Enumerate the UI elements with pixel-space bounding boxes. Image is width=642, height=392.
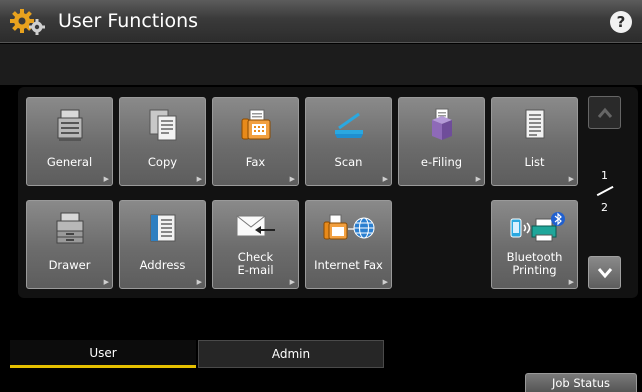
- bluetooth-printing-label: Bluetooth Printing: [506, 250, 563, 277]
- corner-arrow-icon: ▶: [568, 278, 574, 286]
- address-book-icon: [120, 211, 205, 247]
- corner-arrow-icon: ▶: [475, 175, 481, 183]
- address-label: Address: [139, 258, 186, 272]
- copy-button[interactable]: Copy ▶: [119, 97, 206, 186]
- internet-fax-icon: [306, 211, 391, 247]
- copy-document-icon: [120, 108, 205, 144]
- page-down-button[interactable]: [588, 256, 621, 289]
- bluetooth-printing-button[interactable]: Bluetooth Printing ▶: [491, 200, 578, 289]
- corner-arrow-icon: ▶: [196, 278, 202, 286]
- fax-machine-icon: [213, 108, 298, 144]
- check-email-button[interactable]: Check E-mail ▶: [212, 200, 299, 289]
- list-label: List: [524, 155, 545, 169]
- fax-label: Fax: [245, 155, 266, 169]
- efiling-label: e-Filing: [420, 155, 463, 169]
- printer-drawer-icon: [27, 211, 112, 247]
- corner-arrow-icon: ▶: [103, 175, 109, 183]
- drawer-button[interactable]: Drawer ▶: [26, 200, 113, 289]
- job-status-button[interactable]: Job Status: [525, 373, 637, 392]
- copy-label: Copy: [147, 155, 178, 169]
- drawer-label: Drawer: [48, 258, 91, 272]
- address-button[interactable]: Address ▶: [119, 200, 206, 289]
- message-bar: [0, 44, 642, 85]
- user-functions-screen: User Functions ? General ▶ Copy ▶ Fax ▶ …: [0, 0, 642, 392]
- internet-fax-label: Internet Fax: [314, 258, 383, 272]
- title-bar: User Functions ?: [0, 0, 642, 43]
- scanner-icon: [306, 108, 391, 144]
- scan-button[interactable]: Scan ▶: [305, 97, 392, 186]
- list-document-icon: [492, 108, 577, 144]
- page-up-button[interactable]: [588, 96, 621, 129]
- page-title: User Functions: [58, 10, 199, 32]
- filing-box-icon: [399, 108, 484, 144]
- total-pages: 2: [601, 201, 608, 214]
- fax-button[interactable]: Fax ▶: [212, 97, 299, 186]
- help-button[interactable]: ?: [610, 11, 632, 33]
- bluetooth-printing-icon: [492, 211, 577, 247]
- chevron-down-icon: [597, 268, 613, 279]
- tab-bar: User Admin: [0, 340, 642, 370]
- corner-arrow-icon: ▶: [196, 175, 202, 183]
- corner-arrow-icon: ▶: [289, 278, 295, 286]
- corner-arrow-icon: ▶: [103, 278, 109, 286]
- current-page: 1: [601, 169, 608, 182]
- page-indicator: 1 2: [588, 169, 621, 215]
- general-label: General: [46, 155, 93, 169]
- tab-user[interactable]: User: [10, 340, 196, 368]
- scan-label: Scan: [334, 155, 363, 169]
- envelope-icon: [213, 211, 298, 247]
- check-email-label: Check E-mail: [237, 250, 274, 277]
- function-panel: General ▶ Copy ▶ Fax ▶ Scan ▶ e-Filing ▶…: [18, 87, 638, 298]
- corner-arrow-icon: ▶: [568, 175, 574, 183]
- printer-gear-icon: [27, 108, 112, 144]
- gears-icon: [9, 8, 47, 36]
- internet-fax-button[interactable]: Internet Fax ▶: [305, 200, 392, 289]
- list-button[interactable]: List ▶: [491, 97, 578, 186]
- general-button[interactable]: General ▶: [26, 97, 113, 186]
- corner-arrow-icon: ▶: [289, 175, 295, 183]
- page-separator: [596, 185, 614, 196]
- tab-admin[interactable]: Admin: [198, 340, 384, 368]
- efiling-button[interactable]: e-Filing ▶: [398, 97, 485, 186]
- corner-arrow-icon: ▶: [382, 175, 388, 183]
- corner-arrow-icon: ▶: [382, 278, 388, 286]
- chevron-up-icon: [597, 107, 613, 118]
